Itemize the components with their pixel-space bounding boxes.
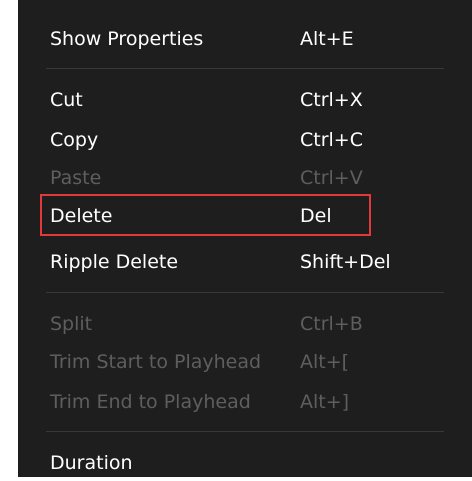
menu-item-shortcut: Ctrl+B <box>300 313 363 335</box>
menu-item-ripple-delete[interactable]: Ripple Delete Shift+Del <box>18 244 472 280</box>
menu-item-label: Paste <box>50 167 102 189</box>
menu-item-shortcut: Alt+E <box>300 28 354 50</box>
menu-item-shortcut: Ctrl+V <box>300 167 363 189</box>
menu-item-paste: Paste Ctrl+V <box>18 160 472 196</box>
menu-item-label: Duration <box>50 452 133 474</box>
delete-highlight-box <box>40 194 371 236</box>
menu-item-shortcut: Alt+] <box>300 391 350 413</box>
menu-item-shortcut: Alt+[ <box>300 351 350 373</box>
menu-item-label: Ripple Delete <box>50 251 179 273</box>
menu-item-label: Trim Start to Playhead <box>50 351 262 373</box>
menu-item-shortcut: Shift+Del <box>300 251 391 273</box>
menu-item-shortcut: Ctrl+C <box>300 129 363 151</box>
menu-item-label: Cut <box>50 89 83 111</box>
menu-item-cut[interactable]: Cut Ctrl+X <box>18 82 472 118</box>
menu-item-trim-start-to-playhead: Trim Start to Playhead Alt+[ <box>18 344 472 380</box>
menu-item-label: Split <box>50 313 93 335</box>
menu-item-label: Copy <box>50 129 99 151</box>
menu-item-show-properties[interactable]: Show Properties Alt+E <box>18 21 472 57</box>
context-menu: Show Properties Alt+E Cut Ctrl+X Copy Ct… <box>18 0 472 477</box>
menu-item-copy[interactable]: Copy Ctrl+C <box>18 122 472 158</box>
menu-item-split: Split Ctrl+B <box>18 306 472 342</box>
menu-item-label: Show Properties <box>50 28 204 50</box>
menu-item-shortcut: Ctrl+X <box>300 89 363 111</box>
menu-separator <box>46 431 444 432</box>
menu-item-duration[interactable]: Duration <box>18 445 472 481</box>
menu-separator <box>46 292 444 293</box>
menu-item-label: Trim End to Playhead <box>50 391 251 413</box>
menu-item-trim-end-to-playhead: Trim End to Playhead Alt+] <box>18 384 472 420</box>
menu-separator <box>46 68 444 69</box>
